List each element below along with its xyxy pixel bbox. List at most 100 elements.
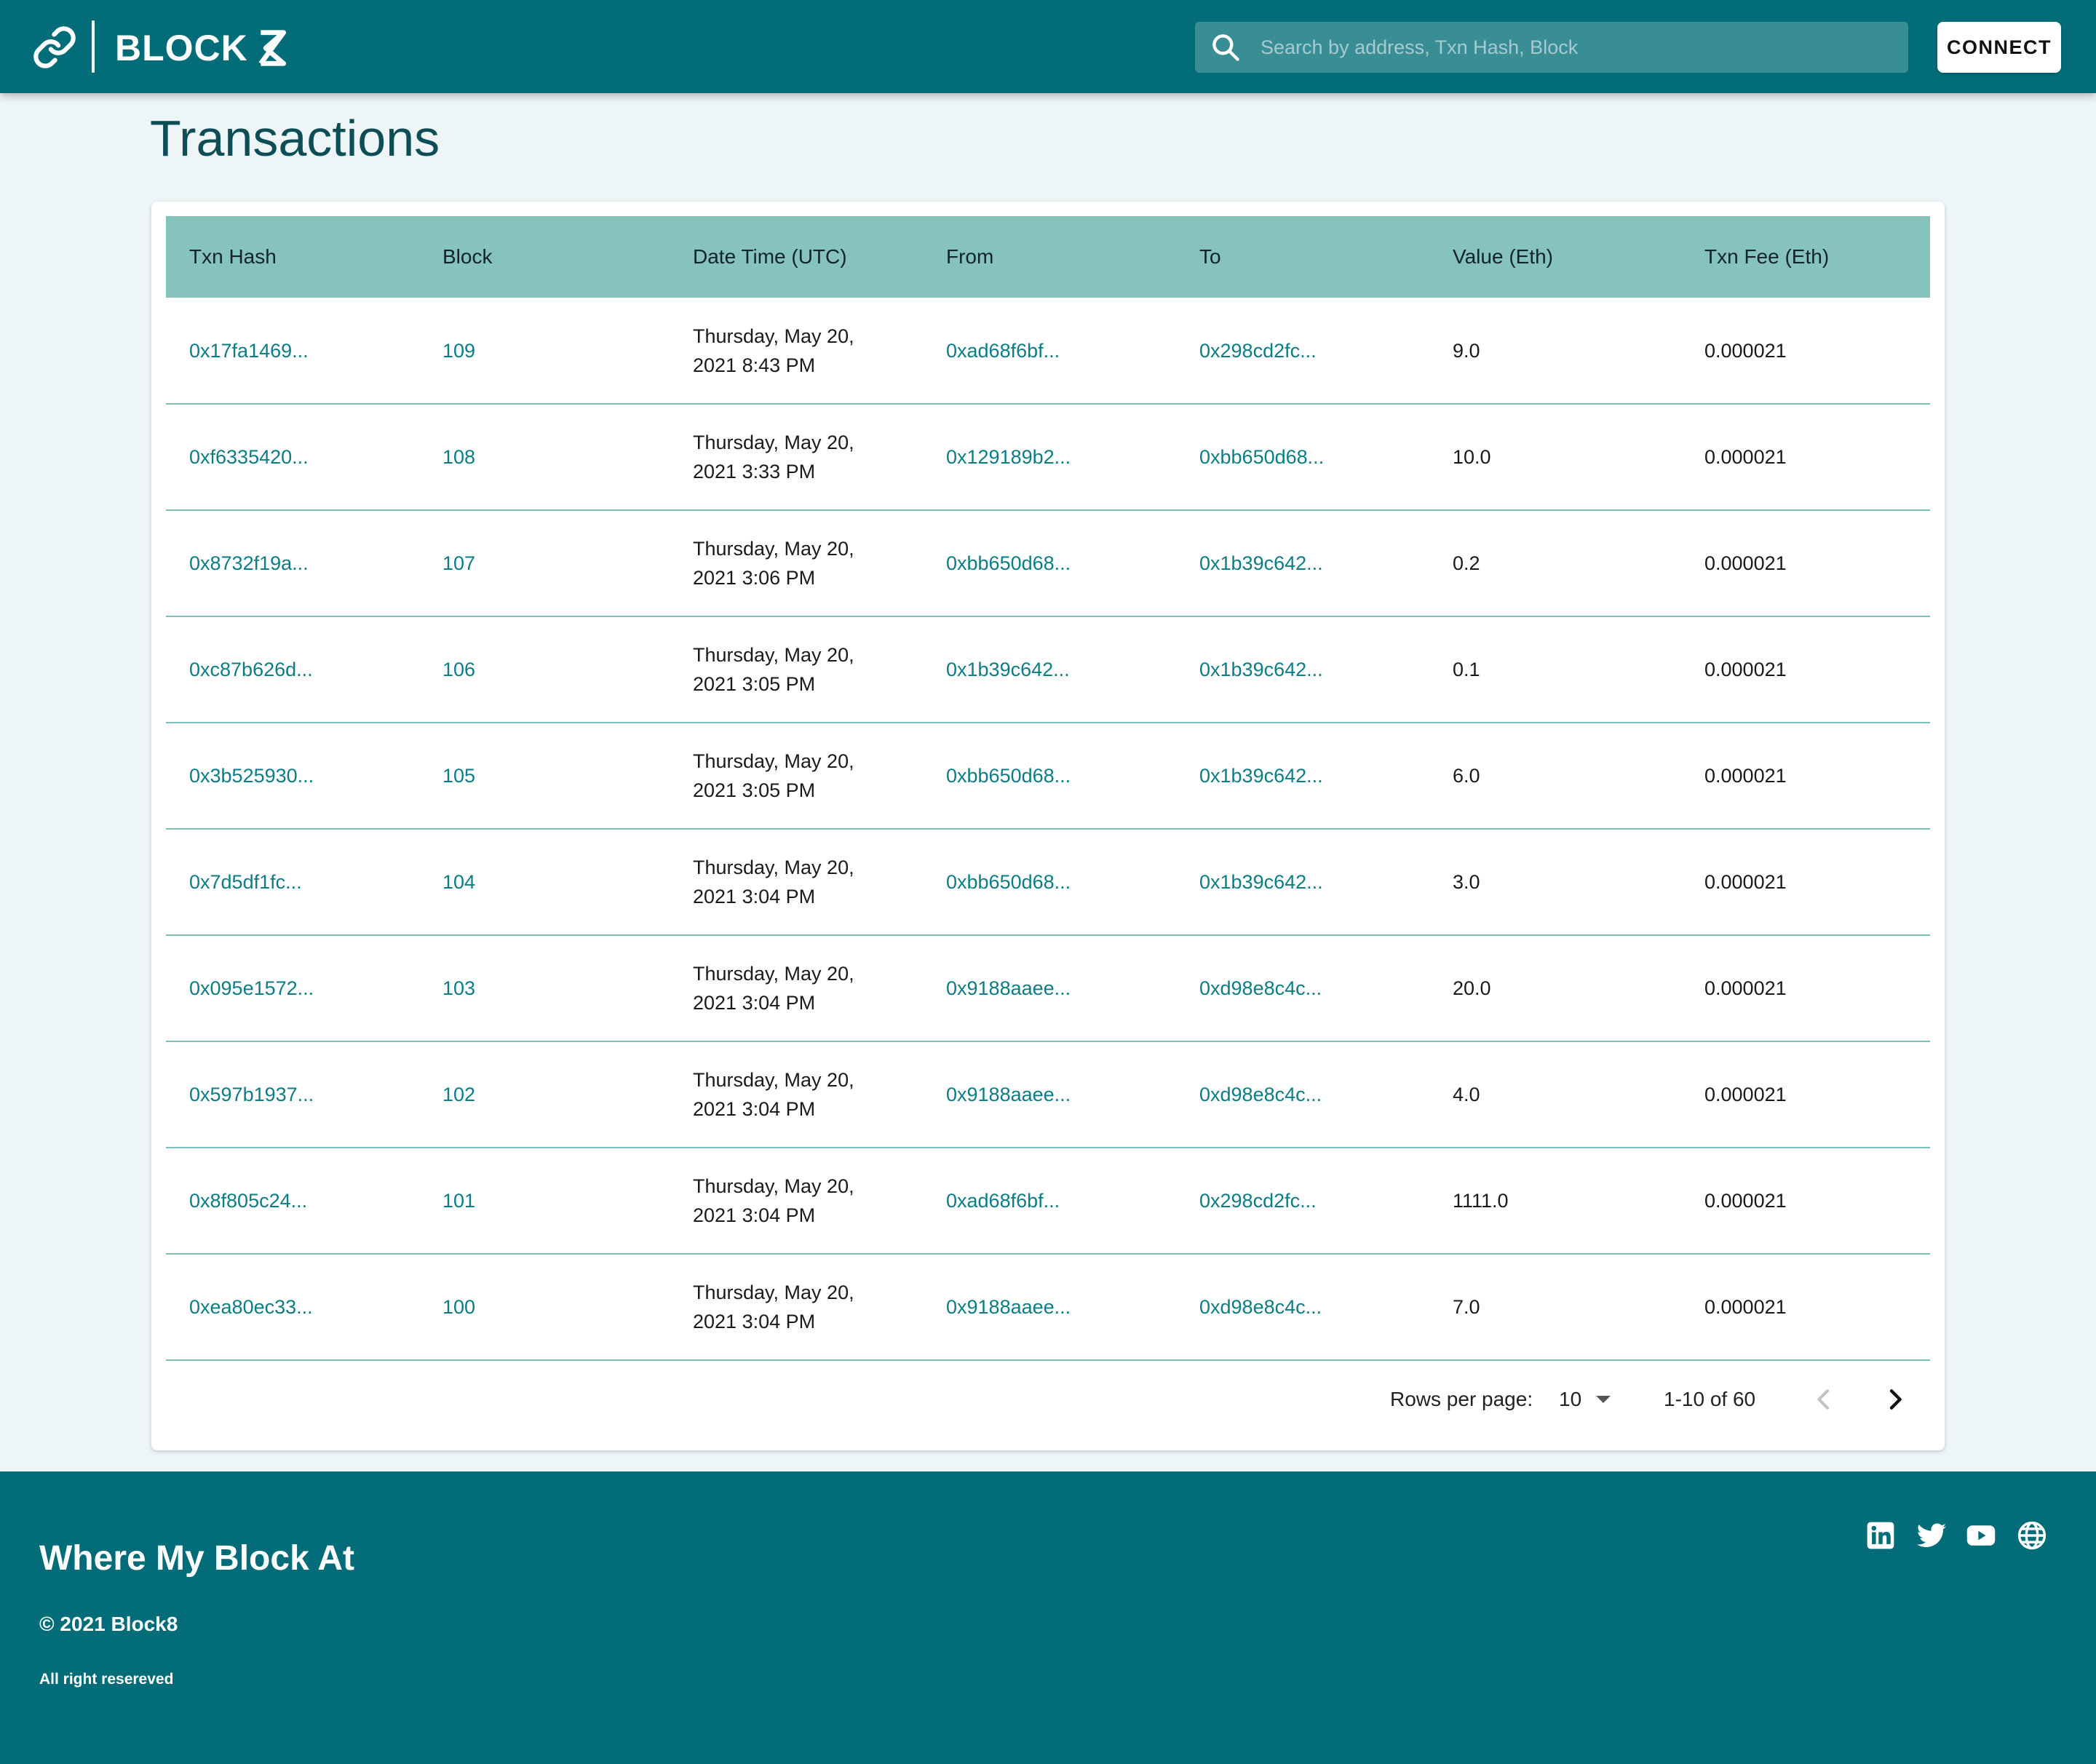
rows-per-page-select[interactable]: 10 <box>1559 1388 1611 1411</box>
txn-fee-cell: 0.000021 <box>1704 659 1787 680</box>
to-address-link[interactable]: 0x298cd2fc... <box>1176 298 1429 404</box>
linkedin-icon[interactable] <box>1865 1519 1897 1552</box>
to-address-link[interactable]: 0x1b39c642... <box>1176 510 1429 616</box>
connect-button[interactable]: CONNECT <box>1937 22 2061 73</box>
from-address-link[interactable]: 0x9188aaee... <box>923 935 1176 1041</box>
txn-fee-cell: 0.000021 <box>1704 765 1787 787</box>
block-link[interactable]: 105 <box>419 723 670 829</box>
transactions-card: Txn Hash Block Date Time (UTC) From To V… <box>151 202 1945 1450</box>
youtube-icon[interactable] <box>1965 1519 1997 1552</box>
txn-hash-link[interactable]: 0x3b525930... <box>166 723 419 829</box>
column-header-from[interactable]: From <box>923 216 1176 298</box>
block-link[interactable]: 100 <box>419 1254 670 1360</box>
txn-hash-link[interactable]: 0xc87b626d... <box>166 616 419 723</box>
value-cell: 10.0 <box>1453 446 1491 468</box>
time-text: 2021 3:04 PM <box>693 992 816 1014</box>
column-header-txn-fee[interactable]: Txn Fee (Eth) <box>1681 216 1930 298</box>
to-address-link[interactable]: 0xd98e8c4c... <box>1176 1254 1429 1360</box>
date-time-cell: Thursday, May 20, 2021 3:04 PM <box>670 935 923 1041</box>
globe-icon[interactable] <box>2016 1519 2048 1552</box>
txn-hash-link[interactable]: 0x597b1937... <box>166 1041 419 1148</box>
block-link[interactable]: 107 <box>419 510 670 616</box>
brand-8-icon <box>258 30 286 66</box>
to-address-link[interactable]: 0x298cd2fc... <box>1176 1148 1429 1254</box>
table-row: 0xc87b626d... 106 Thursday, May 20, 2021 … <box>166 616 1930 723</box>
column-header-txn-hash[interactable]: Txn Hash <box>166 216 419 298</box>
value-cell: 7.0 <box>1453 1296 1480 1318</box>
block-link[interactable]: 109 <box>419 298 670 404</box>
previous-page-button[interactable] <box>1809 1385 1838 1414</box>
date-text: Thursday, May 20, <box>693 432 854 453</box>
from-address-link[interactable]: 0xbb650d68... <box>923 829 1176 935</box>
date-time-cell: Thursday, May 20, 2021 3:33 PM <box>670 404 923 510</box>
from-address-link[interactable]: 0xbb650d68... <box>923 510 1176 616</box>
from-address-link[interactable]: 0x9188aaee... <box>923 1254 1176 1360</box>
date-time-cell: Thursday, May 20, 2021 8:43 PM <box>670 298 923 404</box>
to-address-link[interactable]: 0xbb650d68... <box>1176 404 1429 510</box>
time-text: 2021 3:33 PM <box>693 461 816 482</box>
block-link[interactable]: 108 <box>419 404 670 510</box>
from-address-link[interactable]: 0x9188aaee... <box>923 1041 1176 1148</box>
value-cell: 3.0 <box>1453 871 1480 893</box>
column-header-value[interactable]: Value (Eth) <box>1429 216 1681 298</box>
table-row: 0xf6335420... 108 Thursday, May 20, 2021 … <box>166 404 1930 510</box>
table-row: 0x597b1937... 102 Thursday, May 20, 2021 … <box>166 1041 1930 1148</box>
table-row: 0x7d5df1fc... 104 Thursday, May 20, 2021 … <box>166 829 1930 935</box>
footer-rights: All right resereved <box>39 1671 174 1688</box>
date-time-cell: Thursday, May 20, 2021 3:04 PM <box>670 1041 923 1148</box>
search-bar[interactable] <box>1195 22 1908 73</box>
value-cell: 4.0 <box>1453 1084 1480 1105</box>
time-text: 2021 3:05 PM <box>693 779 816 801</box>
txn-hash-link[interactable]: 0x17fa1469... <box>166 298 419 404</box>
twitter-icon[interactable] <box>1916 1519 1948 1552</box>
txn-fee-cell: 0.000021 <box>1704 339 1787 362</box>
value-cell: 20.0 <box>1453 977 1491 999</box>
txn-hash-link[interactable]: 0x095e1572... <box>166 935 419 1041</box>
transactions-table: Txn Hash Block Date Time (UTC) From To V… <box>166 216 1930 1361</box>
block-link[interactable]: 104 <box>419 829 670 935</box>
date-text: Thursday, May 20, <box>693 538 854 560</box>
txn-hash-link[interactable]: 0x7d5df1fc... <box>166 829 419 935</box>
txn-hash-link[interactable]: 0xea80ec33... <box>166 1254 419 1360</box>
value-cell: 6.0 <box>1453 765 1480 787</box>
txn-fee-cell: 0.000021 <box>1704 1296 1787 1318</box>
from-address-link[interactable]: 0xad68f6bf... <box>923 298 1176 404</box>
value-cell: 9.0 <box>1453 339 1480 362</box>
from-address-link[interactable]: 0x1b39c642... <box>923 616 1176 723</box>
date-text: Thursday, May 20, <box>693 963 854 985</box>
to-address-link[interactable]: 0x1b39c642... <box>1176 723 1429 829</box>
from-address-link[interactable]: 0x129189b2... <box>923 404 1176 510</box>
value-cell: 0.2 <box>1453 552 1480 574</box>
table-pagination: Rows per page: 10 1-10 of 60 <box>151 1375 1945 1433</box>
block-link[interactable]: 103 <box>419 935 670 1041</box>
brand-logo[interactable]: BLOCK <box>115 26 289 70</box>
column-header-to[interactable]: To <box>1176 216 1429 298</box>
search-input[interactable] <box>1261 22 1908 73</box>
block-link[interactable]: 102 <box>419 1041 670 1148</box>
from-address-link[interactable]: 0xbb650d68... <box>923 723 1176 829</box>
search-icon <box>1212 34 1239 61</box>
pagination-range: 1-10 of 60 <box>1664 1388 1756 1410</box>
to-address-link[interactable]: 0xd98e8c4c... <box>1176 1041 1429 1148</box>
txn-hash-link[interactable]: 0x8f805c24... <box>166 1148 419 1254</box>
table-row: 0x095e1572... 103 Thursday, May 20, 2021 … <box>166 935 1930 1041</box>
date-text: Thursday, May 20, <box>693 325 854 347</box>
txn-fee-cell: 0.000021 <box>1704 871 1787 893</box>
next-page-button[interactable] <box>1881 1385 1910 1414</box>
footer-copyright: © 2021 Block8 <box>39 1613 178 1635</box>
txn-hash-link[interactable]: 0x8732f19a... <box>166 510 419 616</box>
column-header-date-time[interactable]: Date Time (UTC) <box>670 216 923 298</box>
txn-hash-link[interactable]: 0xf6335420... <box>166 404 419 510</box>
date-time-cell: Thursday, May 20, 2021 3:06 PM <box>670 510 923 616</box>
to-address-link[interactable]: 0xd98e8c4c... <box>1176 935 1429 1041</box>
chain-link-icon[interactable] <box>32 25 77 70</box>
to-address-link[interactable]: 0x1b39c642... <box>1176 829 1429 935</box>
block-link[interactable]: 101 <box>419 1148 670 1254</box>
block-link[interactable]: 106 <box>419 616 670 723</box>
from-address-link[interactable]: 0xad68f6bf... <box>923 1148 1176 1254</box>
to-address-link[interactable]: 0x1b39c642... <box>1176 616 1429 723</box>
table-row: 0x8f805c24... 101 Thursday, May 20, 2021 … <box>166 1148 1930 1254</box>
rows-per-page-label: Rows per page: <box>1390 1388 1533 1410</box>
footer-title: Where My Block At <box>39 1539 354 1578</box>
column-header-block[interactable]: Block <box>419 216 670 298</box>
